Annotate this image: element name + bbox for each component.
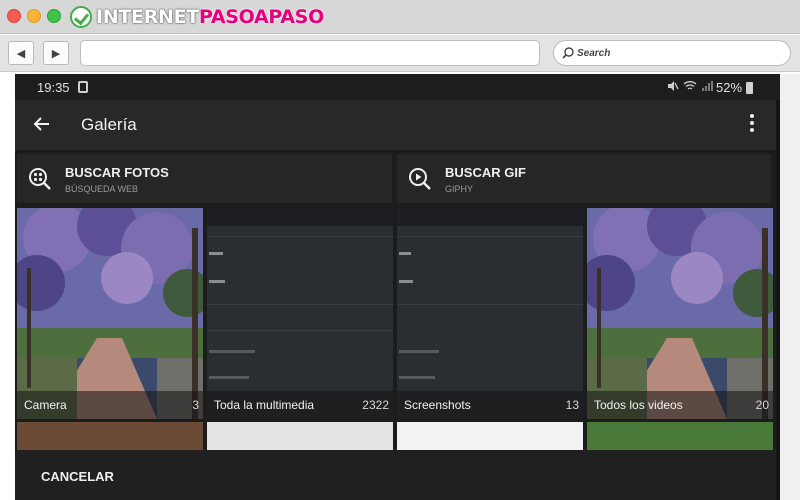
album-all-videos[interactable]: Todos los videos 20 — [587, 208, 773, 419]
sim-card-icon — [78, 81, 88, 93]
maximize-window-button[interactable] — [47, 9, 61, 23]
signal-icon — [702, 81, 714, 91]
status-bar: 19:35 52% — [15, 74, 785, 100]
album-thumbnail — [17, 208, 203, 419]
mute-icon — [668, 81, 679, 91]
search-gif-title: BUSCAR GIF — [445, 165, 526, 180]
close-window-button[interactable] — [7, 9, 21, 23]
mute-wifi-signal-icons — [667, 80, 714, 95]
browser-forward-button[interactable]: ▶ — [43, 41, 69, 65]
more-options-icon[interactable] — [747, 114, 757, 136]
browser-back-button[interactable]: ◀ — [8, 41, 34, 65]
album-name: Toda la multimedia — [214, 398, 315, 412]
phone-screen: 19:35 52% Galería BUSCAR FOTOS BÚSQUEDA … — [15, 74, 785, 500]
site-logo: INTERNET PASOAPASO — [70, 4, 324, 30]
album-caption: Screenshots 13 — [397, 391, 583, 419]
address-bar[interactable] — [80, 40, 540, 66]
bottom-action-bar: CANCELAR — [15, 450, 785, 500]
album-count: 20 — [755, 398, 769, 412]
image-search-icon — [29, 168, 51, 190]
album-screenshots[interactable]: Screenshots 13 — [397, 208, 583, 419]
app-bar: Galería — [15, 100, 785, 150]
browser-toolbar: ◀ ▶ Search — [0, 35, 800, 72]
partial-thumbnail[interactable] — [17, 422, 203, 452]
album-count: 2322 — [362, 398, 389, 412]
album-thumbnail — [207, 208, 393, 419]
battery-icon — [746, 82, 753, 94]
logo-text-pasoapaso: PASOAPASO — [198, 6, 324, 28]
cancel-button[interactable]: CANCELAR — [41, 469, 114, 484]
forward-triangle-icon: ▶ — [51, 47, 61, 60]
gif-search-icon — [409, 168, 431, 190]
album-camera[interactable]: Camera 3 — [17, 208, 203, 419]
album-caption: Todos los videos 20 — [587, 391, 773, 419]
search-photos-subtitle: BÚSQUEDA WEB — [65, 184, 139, 194]
album-name: Screenshots — [404, 398, 471, 412]
page-title: Galería — [81, 115, 137, 134]
search-photos-button[interactable]: BUSCAR FOTOS BÚSQUEDA WEB — [17, 154, 392, 203]
logo-check-icon — [70, 6, 92, 28]
back-triangle-icon: ◀ — [16, 47, 26, 60]
browser-titlebar: INTERNET PASOAPASO — [0, 0, 800, 34]
page-scrollbar[interactable] — [780, 74, 800, 500]
album-count: 13 — [565, 398, 579, 412]
search-gif-button[interactable]: BUSCAR GIF GIPHY — [397, 154, 771, 203]
album-name: Camera — [24, 398, 67, 412]
album-thumbnail — [397, 208, 583, 419]
partial-thumbnail[interactable] — [587, 422, 773, 452]
minimize-window-button[interactable] — [27, 9, 41, 23]
logo-text-internet: INTERNET — [96, 6, 199, 28]
album-caption: Toda la multimedia 2322 — [207, 391, 393, 419]
album-all-media[interactable]: Toda la multimedia 2322 — [207, 208, 393, 419]
album-name: Todos los videos — [594, 398, 683, 412]
status-time: 19:35 — [37, 80, 70, 95]
wifi-icon — [683, 81, 697, 90]
search-gif-subtitle: GIPHY — [445, 184, 474, 194]
partial-thumbnail[interactable] — [207, 422, 393, 452]
album-thumbnail — [587, 208, 773, 419]
search-placeholder: Search — [577, 47, 611, 59]
magnifier-icon — [562, 47, 574, 59]
album-count: 3 — [192, 398, 199, 412]
partial-thumbnail[interactable] — [397, 422, 583, 452]
album-caption: Camera 3 — [17, 391, 203, 419]
search-photos-title: BUSCAR FOTOS — [65, 165, 169, 180]
battery-percent: 52% — [716, 80, 743, 95]
browser-search-field[interactable]: Search — [553, 40, 791, 66]
back-arrow-icon[interactable] — [29, 111, 55, 137]
